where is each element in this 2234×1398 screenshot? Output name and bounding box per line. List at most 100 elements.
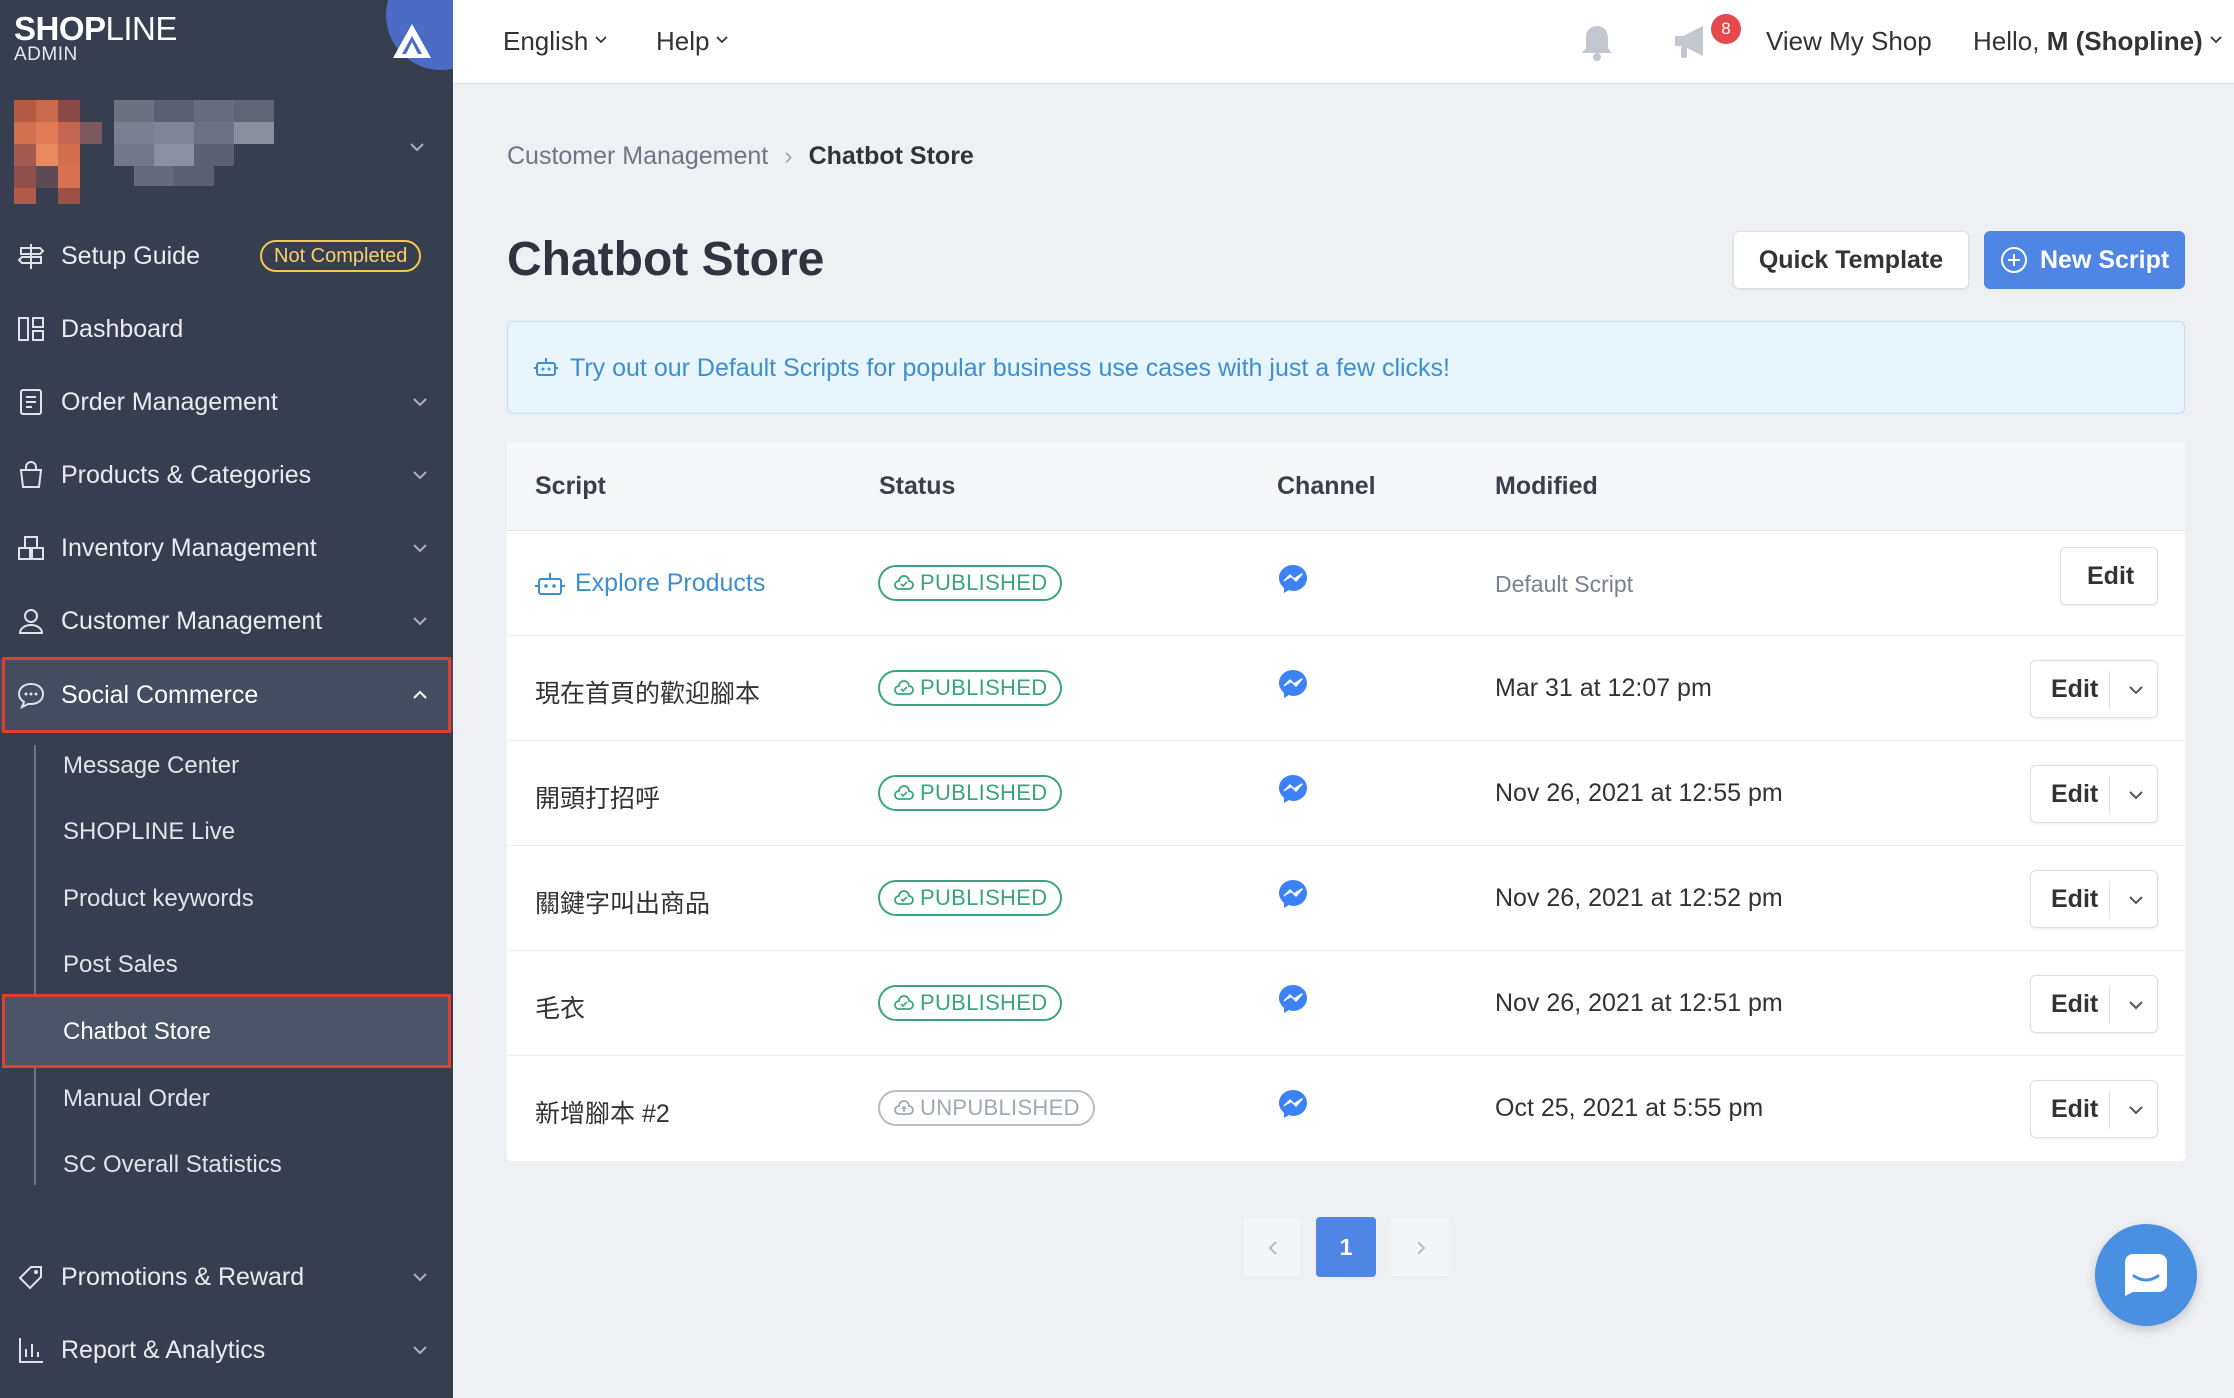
messenger-icon (1279, 670, 1307, 698)
column-header-modified: Modified (1495, 472, 1598, 500)
edit-split-button[interactable]: Edit (2030, 660, 2158, 718)
sidebar-item-order-management[interactable]: Order Management (0, 366, 453, 438)
messenger-icon (1279, 565, 1307, 593)
table-header: Script Status Channel Modified (507, 442, 2185, 531)
edit-label: Edit (2051, 1095, 2099, 1123)
brand-logo-icon[interactable] (392, 22, 432, 60)
status-badge: PUBLISHED (878, 670, 1063, 706)
logo-light: LINE (105, 10, 178, 47)
sidebar-subitem-product-keywords[interactable]: Product keywords (63, 885, 254, 913)
table-row: Explore Products PUBLISHED Default Scrip… (507, 531, 2185, 636)
sidebar-item-customer-management[interactable]: Customer Management (0, 585, 453, 657)
status-badge: PUBLISHED (878, 775, 1063, 811)
chevron-down-icon (413, 471, 427, 480)
user-icon (18, 609, 44, 634)
user-name: M (Shopline) (2046, 26, 2203, 56)
sidebar-subitem-sc-overall-statistics[interactable]: SC Overall Statistics (63, 1151, 282, 1179)
chevron-down-icon (716, 36, 729, 44)
sidebar-item-promotions-reward[interactable]: Promotions & Reward (0, 1241, 453, 1313)
cloud-icon (894, 575, 914, 590)
button-divider (2109, 1091, 2110, 1129)
status-label: PUBLISHED (920, 675, 1048, 700)
sidebar-item-dashboard[interactable]: Dashboard (0, 293, 453, 365)
edit-split-button[interactable]: Edit (2030, 870, 2158, 928)
sidebar-item-label: Setup Guide (61, 241, 200, 270)
edit-button[interactable]: Edit (2060, 547, 2158, 605)
edit-split-button[interactable]: Edit (2030, 1080, 2158, 1138)
table-row: 關鍵字叫出商品 PUBLISHED Nov 26, 2021 at 12:52 … (507, 846, 2185, 951)
status-label: PUBLISHED (920, 990, 1048, 1015)
signpost-icon (17, 244, 45, 269)
help-dropdown[interactable]: Help (656, 26, 729, 57)
scripts-table: Script Status Channel Modified Explore P… (507, 442, 2185, 1161)
sidebar-item-report-analytics[interactable]: Report & Analytics (0, 1314, 453, 1386)
button-divider (2109, 986, 2110, 1024)
sidebar-item-label: Customer Management (61, 606, 323, 635)
chevron-down-icon (595, 36, 607, 44)
highlight-box (2, 657, 451, 733)
edit-split-button[interactable]: Edit (2030, 975, 2158, 1033)
script-name[interactable]: 新增腳本 #2 (535, 1094, 670, 1130)
chevron-down-icon[interactable] (2127, 996, 2145, 1014)
pagination-prev-button[interactable] (1242, 1217, 1302, 1277)
language-dropdown[interactable]: English (503, 26, 608, 57)
status-label: PUBLISHED (920, 570, 1048, 595)
sidebar-item-setup-guide[interactable]: Setup Guide Not Completed (0, 220, 453, 292)
new-script-button[interactable]: New Script (1984, 231, 2185, 289)
chevron-down-icon[interactable] (2127, 786, 2145, 804)
chevron-down-icon (413, 398, 427, 407)
app-logo[interactable]: SHOPLINE ADMIN (14, 10, 177, 66)
cloud-icon (894, 995, 914, 1010)
messenger-icon (1279, 1090, 1307, 1118)
breadcrumb: Customer Management › Chatbot Store (507, 142, 974, 171)
sidebar-item-inventory-management[interactable]: Inventory Management (0, 512, 453, 584)
chevron-down-icon (410, 143, 424, 152)
script-name[interactable]: 毛衣 (535, 989, 585, 1025)
inventory-icon (18, 536, 44, 560)
chevron-down-icon[interactable] (2127, 891, 2145, 909)
messenger-icon (1279, 880, 1307, 908)
quick-template-button[interactable]: Quick Template (1733, 231, 1969, 289)
sidebar-item-products-categories[interactable]: Products & Categories (0, 439, 453, 511)
banner-text[interactable]: Try out our Default Scripts for popular … (570, 354, 1450, 383)
sidebar-subitem-shopline-live[interactable]: SHOPLINE Live (63, 818, 235, 846)
support-chat-button[interactable] (2095, 1224, 2197, 1326)
status-badge: PUBLISHED (878, 985, 1063, 1021)
edit-split-button[interactable]: Edit (2030, 765, 2158, 823)
table-row: 現在首頁的歡迎腳本 PUBLISHED Mar 31 at 12:07 pm E… (507, 636, 2185, 741)
breadcrumb-current: Chatbot Store (808, 142, 974, 170)
user-menu[interactable]: Hello, M (Shopline) (1973, 26, 2223, 57)
breadcrumb-parent[interactable]: Customer Management (507, 142, 768, 170)
script-name[interactable]: 關鍵字叫出商品 (535, 884, 710, 920)
sidebar-subitem-chatbot-store[interactable]: Chatbot Store (63, 1018, 211, 1046)
cloud-icon (894, 680, 914, 695)
submenu-rail (34, 745, 36, 1185)
chat-widget-icon (2125, 1254, 2167, 1296)
chevron-down-icon[interactable] (2127, 681, 2145, 699)
chart-icon (19, 1338, 43, 1363)
pagination-next-button[interactable] (1390, 1217, 1450, 1277)
page-title: Chatbot Store (507, 233, 825, 286)
modified-text: Mar 31 at 12:07 pm (1495, 674, 1712, 702)
script-name[interactable]: 現在首頁的歡迎腳本 (535, 674, 760, 710)
sidebar-item-label: Inventory Management (61, 533, 317, 562)
script-name-link[interactable]: Explore Products (575, 569, 765, 598)
store-switcher[interactable] (14, 100, 434, 205)
sidebar-subitem-message-center[interactable]: Message Center (63, 752, 239, 780)
cloud-icon (894, 1100, 914, 1115)
chevron-down-icon (2210, 36, 2222, 44)
column-header-script: Script (535, 472, 606, 500)
pagination-page-1[interactable]: 1 (1316, 1217, 1376, 1277)
bell-icon[interactable] (1577, 22, 1617, 64)
column-header-channel: Channel (1277, 472, 1376, 500)
megaphone-icon[interactable] (1671, 22, 1715, 62)
sidebar-subitem-post-sales[interactable]: Post Sales (63, 951, 178, 979)
edit-label: Edit (2051, 780, 2099, 808)
sidebar-subitem-manual-order[interactable]: Manual Order (63, 1085, 210, 1113)
messenger-icon (1279, 985, 1307, 1013)
script-name[interactable]: 開頭打招呼 (535, 779, 660, 815)
robot-icon (535, 573, 565, 595)
sidebar: SHOPLINE ADMIN Setup Guide Not Completed… (0, 0, 453, 1398)
view-my-shop-link[interactable]: View My Shop (1766, 26, 1932, 57)
chevron-down-icon[interactable] (2127, 1101, 2145, 1119)
